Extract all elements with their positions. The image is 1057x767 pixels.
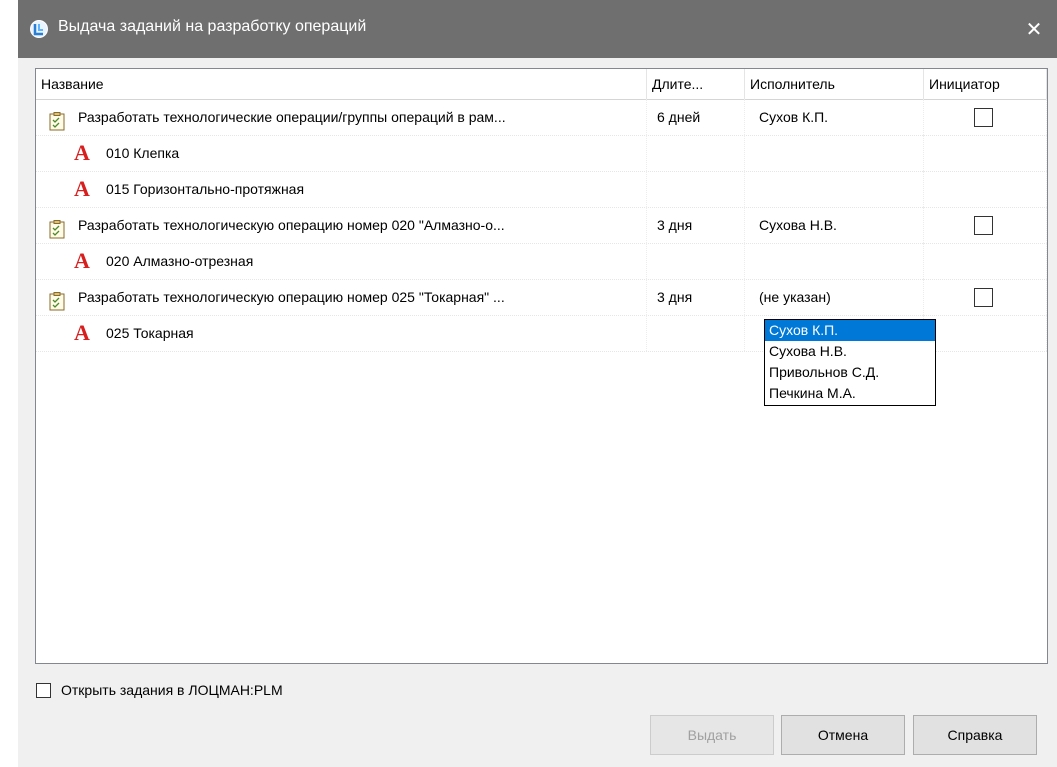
- name-cell[interactable]: A 020 Алмазно-отрезная: [36, 243, 647, 279]
- initiator-checkbox[interactable]: [974, 108, 993, 127]
- clipboard-task-icon: [49, 108, 65, 131]
- duration-cell[interactable]: 6 дней: [647, 99, 745, 135]
- column-header-executor[interactable]: Исполнитель: [745, 69, 924, 99]
- operation-row[interactable]: A 015 Горизонтально-протяжная: [36, 171, 1047, 208]
- clipboard-task-icon: [49, 288, 65, 311]
- operation-name: 020 Алмазно-отрезная: [106, 253, 254, 269]
- task-name: Разработать технологическую операцию ном…: [78, 217, 505, 233]
- task-name: Разработать технологические операции/гру…: [78, 109, 506, 125]
- initiator-cell: [924, 243, 1047, 279]
- executor-dropdown-list[interactable]: Сухов К.П. Сухова Н.В. Привольнов С.Д. Печк…: [764, 319, 936, 406]
- name-cell[interactable]: Разработать технологическую операцию ном…: [36, 279, 647, 315]
- close-icon: ✕: [1025, 18, 1043, 41]
- title-bar[interactable]: Выдача заданий на разработку операций ✕: [18, 0, 1057, 58]
- duration-cell[interactable]: [647, 135, 745, 171]
- operation-icon: A: [74, 176, 90, 201]
- operation-row[interactable]: A 010 Клепка: [36, 135, 1047, 172]
- cancel-button[interactable]: Отмена: [781, 715, 905, 755]
- column-header-name[interactable]: Название: [36, 69, 647, 99]
- initiator-cell: [924, 99, 1047, 135]
- executor-option[interactable]: Печкина М.А.: [765, 383, 935, 404]
- executor-cell[interactable]: [745, 135, 924, 171]
- window-title: Выдача заданий на разработку операций: [58, 18, 367, 35]
- dialog-window: Выдача заданий на разработку операций ✕ …: [18, 0, 1057, 767]
- executor-option[interactable]: Сухова Н.В.: [765, 341, 935, 362]
- executor-cell[interactable]: [745, 171, 924, 207]
- duration-cell[interactable]: [647, 171, 745, 207]
- column-header-initiator[interactable]: Инициатор: [924, 69, 1047, 99]
- open-in-plm-checkbox[interactable]: [36, 683, 51, 698]
- executor-cell[interactable]: Сухова Н.В.: [745, 207, 924, 243]
- name-cell[interactable]: A 025 Токарная: [36, 315, 647, 351]
- task-row[interactable]: Разработать технологическую операцию ном…: [36, 207, 1047, 244]
- name-cell[interactable]: A 015 Горизонтально-протяжная: [36, 171, 647, 207]
- app-logo-icon: [30, 20, 48, 38]
- operation-icon: A: [74, 248, 90, 273]
- operation-icon: A: [74, 320, 90, 345]
- initiator-cell: [924, 171, 1047, 207]
- open-in-plm-label[interactable]: Открыть задания в ЛОЦМАН:PLM: [61, 682, 283, 698]
- clipboard-task-icon: [49, 216, 65, 239]
- initiator-cell: [924, 135, 1047, 171]
- executor-option[interactable]: Привольнов С.Д.: [765, 362, 935, 383]
- grid-header: Название Длите... Исполнитель Инициатор: [36, 69, 1047, 100]
- initiator-cell: [924, 207, 1047, 243]
- executor-cell[interactable]: (не указан): [745, 279, 924, 315]
- help-button[interactable]: Справка: [913, 715, 1037, 755]
- initiator-cell: [924, 279, 1047, 315]
- initiator-cell: [924, 315, 1047, 351]
- task-name: Разработать технологическую операцию ном…: [78, 289, 505, 305]
- name-cell[interactable]: A 010 Клепка: [36, 135, 647, 171]
- operation-name: 015 Горизонтально-протяжная: [106, 181, 305, 197]
- operation-name: 010 Клепка: [106, 145, 180, 161]
- duration-cell[interactable]: 3 дня: [647, 207, 745, 243]
- executor-cell[interactable]: Сухов К.П.: [745, 99, 924, 135]
- initiator-checkbox[interactable]: [974, 216, 993, 235]
- name-cell[interactable]: Разработать технологическую операцию ном…: [36, 207, 647, 243]
- operation-row[interactable]: A 020 Алмазно-отрезная: [36, 243, 1047, 280]
- task-row[interactable]: Разработать технологическую операцию ном…: [36, 279, 1047, 316]
- executor-cell[interactable]: [745, 243, 924, 279]
- duration-cell[interactable]: 3 дня: [647, 279, 745, 315]
- operation-name: 025 Токарная: [106, 325, 194, 341]
- executor-option[interactable]: Сухов К.П.: [765, 320, 935, 341]
- issue-button[interactable]: Выдать: [650, 715, 774, 755]
- duration-cell[interactable]: [647, 315, 745, 351]
- column-header-duration[interactable]: Длите...: [647, 69, 745, 99]
- close-button[interactable]: ✕: [1011, 0, 1057, 58]
- name-cell[interactable]: Разработать технологические операции/гру…: [36, 99, 647, 135]
- operation-icon: A: [74, 140, 90, 165]
- task-row[interactable]: Разработать технологические операции/гру…: [36, 99, 1047, 136]
- duration-cell[interactable]: [647, 243, 745, 279]
- initiator-checkbox[interactable]: [974, 288, 993, 307]
